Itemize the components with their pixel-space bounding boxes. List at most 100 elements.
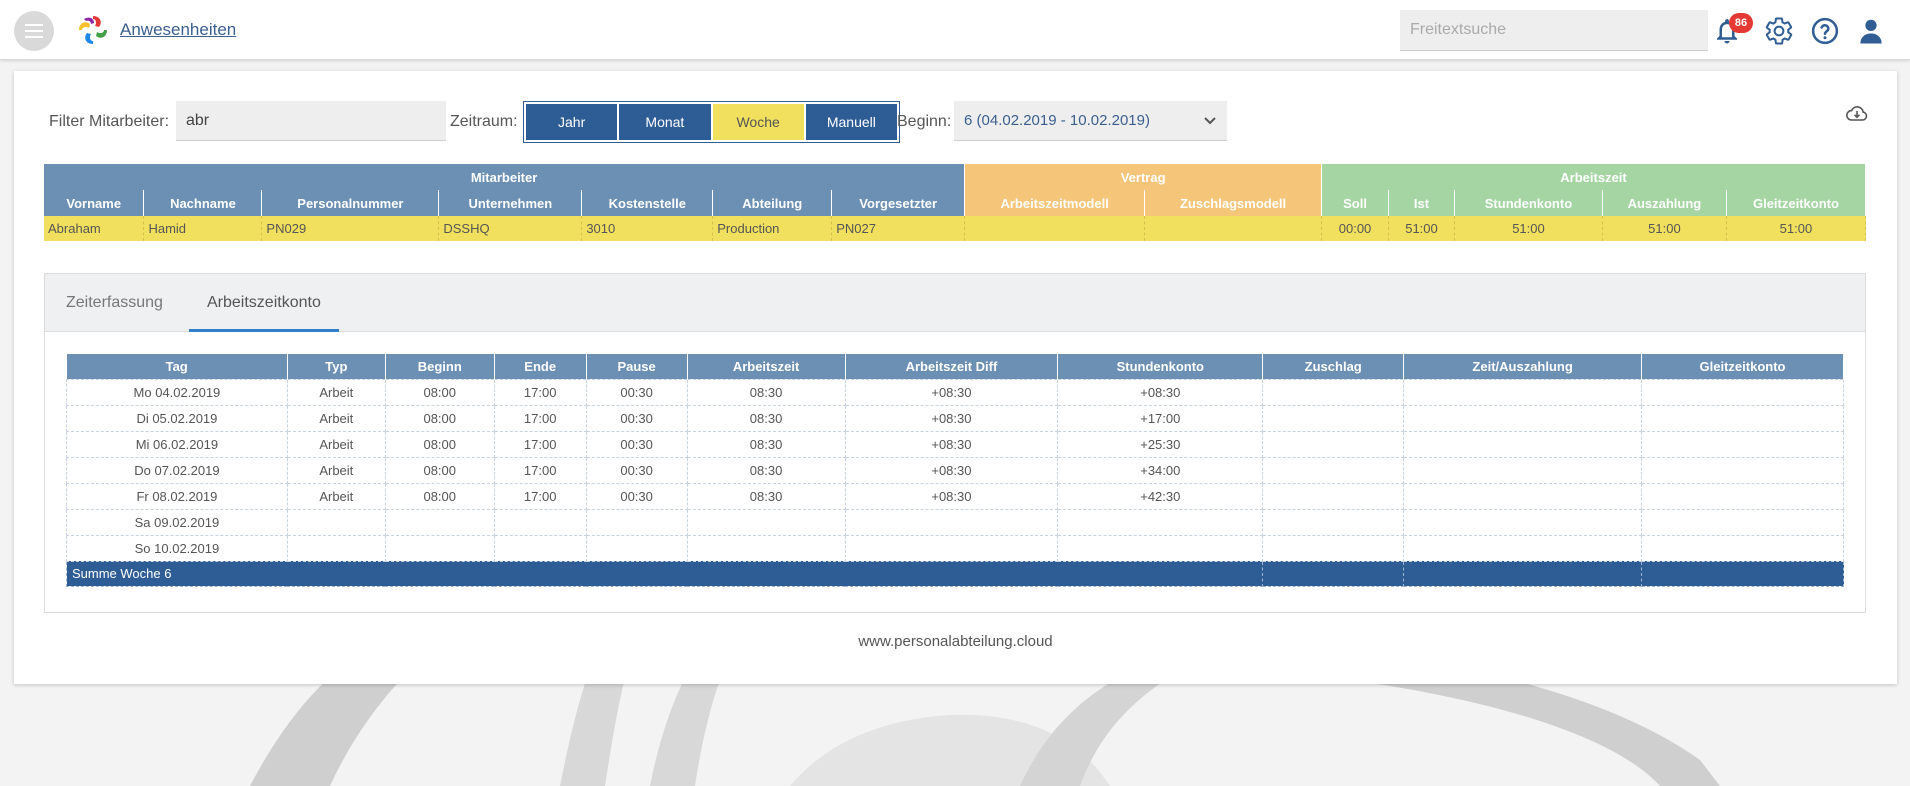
table-cell	[686, 534, 846, 562]
table-cell: +08:30	[844, 456, 1059, 484]
table-cell	[493, 534, 587, 562]
table-cell	[1262, 482, 1405, 510]
employee-table: Mitarbeiter Vertrag Arbeitszeit Vorname …	[44, 164, 1867, 241]
period-button-jahr[interactable]: Jahr	[526, 104, 618, 140]
column-header[interactable]: Ende	[494, 354, 587, 379]
tab-zeiterfassung[interactable]: Zeiterfassung	[66, 274, 163, 332]
filter-employee-input[interactable]	[176, 101, 446, 141]
table-cell: 08:00	[384, 404, 495, 432]
column-header[interactable]: Arbeitszeit	[687, 354, 846, 379]
table-cell: 51:00	[1602, 216, 1727, 241]
table-cell: 08:00	[384, 456, 495, 484]
column-header[interactable]: Stundenkonto	[1057, 354, 1264, 379]
table-cell	[1262, 378, 1405, 406]
table-cell: Do 07.02.2019	[66, 456, 288, 484]
table-cell	[1403, 378, 1643, 406]
start-select-value: 6 (04.02.2019 - 10.02.2019)	[964, 112, 1150, 129]
table-cell: Production	[712, 216, 833, 241]
table-cell	[1641, 430, 1844, 458]
column-header[interactable]: Arbeitszeitmodell	[964, 190, 1146, 216]
table-cell	[1403, 430, 1643, 458]
table-row[interactable]: Di 05.02.2019 Arbeit 08:00 17:00 00:30 08:30 +…	[66, 404, 1844, 432]
table-cell: 08:30	[686, 404, 846, 432]
table-row[interactable]: Sa 09.02.2019	[66, 508, 1844, 536]
table-cell: 08:30	[686, 456, 846, 484]
table-cell	[286, 508, 386, 536]
column-header[interactable]: Arbeitszeit Diff	[845, 354, 1059, 379]
table-cell	[384, 534, 495, 562]
table-cell	[1403, 404, 1643, 432]
column-header[interactable]: Soll	[1321, 190, 1390, 216]
menu-icon	[25, 30, 43, 32]
column-header[interactable]: Zuschlag	[1262, 354, 1405, 379]
table-row[interactable]: Mi 06.02.2019 Arbeit 08:00 17:00 00:30 08:30 +…	[66, 430, 1844, 458]
table-cell: 00:30	[585, 404, 688, 432]
table-cell	[585, 508, 688, 536]
tab-arbeitszeitkonto[interactable]: Arbeitszeitkonto	[189, 274, 339, 332]
column-header[interactable]: Vorgesetzter	[831, 190, 966, 216]
table-cell	[1641, 378, 1844, 406]
column-header[interactable]: Pause	[586, 354, 688, 379]
table-cell: +08:30	[844, 378, 1059, 406]
column-header[interactable]: Auszahlung	[1602, 190, 1727, 216]
table-cell: 17:00	[493, 456, 587, 484]
column-header[interactable]: Typ	[287, 354, 386, 379]
table-cell	[286, 534, 386, 562]
table-cell	[493, 508, 587, 536]
table-cell	[1641, 482, 1844, 510]
menu-button[interactable]	[14, 11, 54, 51]
search-input[interactable]	[1400, 10, 1708, 51]
group-header-arbeitszeit: Arbeitszeit	[1321, 164, 1866, 190]
column-header[interactable]: Personalnummer	[261, 190, 440, 216]
table-cell	[1403, 560, 1643, 587]
column-header[interactable]: Nachname	[143, 190, 263, 216]
table-cell: 17:00	[493, 430, 587, 458]
gear-icon[interactable]	[1764, 16, 1794, 46]
table-cell: Arbeit	[286, 456, 386, 484]
column-header[interactable]: Ist	[1388, 190, 1455, 216]
column-header[interactable]: Kostenstelle	[581, 190, 714, 216]
table-cell: So 10.02.2019	[66, 534, 288, 562]
start-select[interactable]: 6 (04.02.2019 - 10.02.2019)	[954, 101, 1227, 141]
tab-bar: Zeiterfassung Arbeitszeitkonto	[45, 274, 1865, 332]
column-header[interactable]: Vorname	[44, 190, 145, 216]
table-row[interactable]: Mo 04.02.2019 Arbeit 08:00 17:00 00:30 08:30 +…	[66, 378, 1844, 406]
user-icon[interactable]	[1856, 16, 1886, 46]
column-header[interactable]: Abteilung	[712, 190, 833, 216]
table-cell	[1403, 482, 1643, 510]
column-header[interactable]: Gleitzeitkonto	[1641, 354, 1844, 379]
table-row[interactable]: So 10.02.2019	[66, 534, 1844, 562]
column-header[interactable]: Zeit/Auszahlung	[1403, 354, 1643, 379]
table-row[interactable]: Abraham Hamid PN029 DSSHQ 3010 Productio…	[44, 216, 1867, 241]
table-cell: Mi 06.02.2019	[66, 430, 288, 458]
table-cell: +08:30	[1057, 378, 1264, 406]
cloud-download-icon[interactable]	[1845, 101, 1869, 125]
table-cell: 17:00	[493, 404, 587, 432]
table-cell: 08:30	[686, 482, 846, 510]
table-cell	[1262, 560, 1405, 587]
table-cell: 51:00	[1388, 216, 1455, 241]
table-cell: +08:30	[844, 430, 1059, 458]
main-card: Filter Mitarbeiter: Zeitraum: Jahr Monat…	[14, 71, 1897, 684]
help-icon[interactable]	[1810, 16, 1840, 46]
column-header[interactable]: Beginn	[385, 354, 495, 379]
column-header[interactable]: Tag	[66, 354, 288, 379]
table-cell: 17:00	[493, 378, 587, 406]
app-title-link[interactable]: Anwesenheiten	[120, 20, 236, 40]
column-header[interactable]: Gleitzeitkonto	[1726, 190, 1867, 216]
table-cell	[1262, 534, 1405, 562]
column-header[interactable]: Stundenkonto	[1454, 190, 1603, 216]
table-cell: +42:30	[1057, 482, 1264, 510]
table-cell: PN029	[261, 216, 440, 241]
group-header-vertrag: Vertrag	[964, 164, 1323, 190]
footer-text: www.personalabteilung.cloud	[858, 633, 1053, 650]
table-row[interactable]: Fr 08.02.2019 Arbeit 08:00 17:00 00:30 08:30 +…	[66, 482, 1844, 510]
column-header[interactable]: Zuschlagsmodell	[1144, 190, 1323, 216]
period-button-monat[interactable]: Monat	[619, 104, 711, 140]
filter-employee-label: Filter Mitarbeiter:	[49, 113, 170, 130]
period-button-manuell[interactable]: Manuell	[805, 104, 897, 140]
period-button-woche[interactable]: Woche	[712, 104, 804, 140]
table-cell	[1057, 534, 1264, 562]
column-header[interactable]: Unternehmen	[438, 190, 583, 216]
table-row[interactable]: Do 07.02.2019 Arbeit 08:00 17:00 00:30 08:30 +…	[66, 456, 1844, 484]
